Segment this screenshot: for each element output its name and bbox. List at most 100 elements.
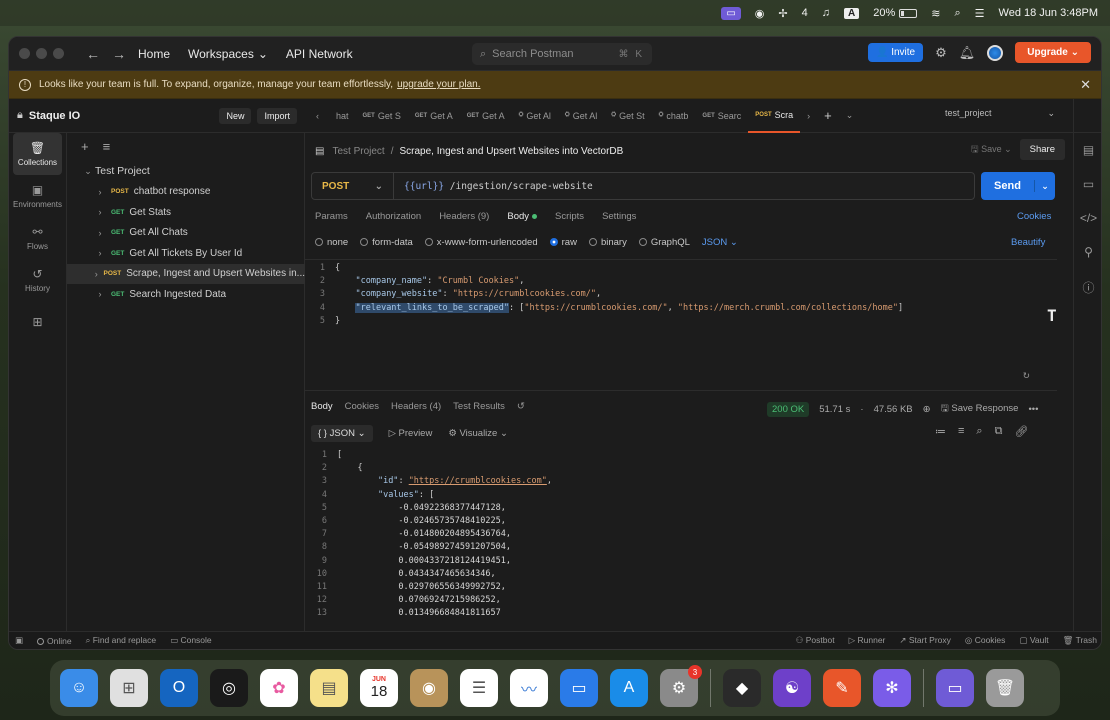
- list-item[interactable]: › GET Get All Tickets By User Id: [67, 243, 305, 264]
- tab-request[interactable]: ⛭ Get Al: [558, 99, 604, 133]
- tab-response-body[interactable]: Body: [311, 401, 333, 412]
- info-icon[interactable]: ⓘ: [1082, 279, 1094, 296]
- response-time[interactable]: 51.71 s: [819, 404, 850, 415]
- outlook-icon[interactable]: O: [160, 669, 198, 707]
- save-button[interactable]: 🖫︎ Save ⌄: [971, 142, 1012, 158]
- find-replace-button[interactable]: ⌕ Find and replace: [86, 635, 156, 646]
- search-icon[interactable]: ⌕: [954, 7, 960, 20]
- rail-flows[interactable]: ⚯ Flows: [13, 217, 62, 259]
- finder-icon[interactable]: ☺: [60, 669, 98, 707]
- postbot-button[interactable]: ⚇ Postbot: [796, 635, 835, 646]
- bell-icon[interactable]: 🔔︎: [959, 45, 976, 61]
- workspaces-menu[interactable]: Workspaces ⌄: [188, 47, 268, 61]
- trash-icon[interactable]: 🗑︎: [986, 669, 1024, 707]
- close-icon[interactable]: ✕: [1080, 77, 1091, 93]
- url-input[interactable]: {{url}} /ingestion/scrape-website: [394, 181, 593, 192]
- tab-headers[interactable]: Headers (9): [439, 211, 489, 222]
- search-icon[interactable]: ⌕: [976, 425, 982, 438]
- list-item[interactable]: › GET Search Ingested Data: [67, 284, 305, 305]
- tab-response-cookies[interactable]: Cookies: [345, 401, 379, 412]
- response-format-select[interactable]: { } JSON ⌄: [311, 425, 373, 442]
- cookies-link[interactable]: Cookies: [1017, 211, 1051, 222]
- comments-icon[interactable]: ▭: [1083, 177, 1094, 191]
- copy-icon[interactable]: ⧉: [995, 425, 1003, 438]
- calendar-icon[interactable]: JUN 18: [360, 669, 398, 707]
- filter-icon[interactable]: ≡: [958, 425, 964, 438]
- reminders-icon[interactable]: ☰: [460, 669, 498, 707]
- globe-icon[interactable]: ⊕: [923, 404, 931, 415]
- send-button[interactable]: Send ⌄: [981, 172, 1055, 200]
- notes-icon[interactable]: ▤: [310, 669, 348, 707]
- api-network-link[interactable]: API Network: [286, 47, 353, 61]
- freeform-icon[interactable]: 〰: [510, 669, 548, 707]
- rail-history[interactable]: ↺ History: [13, 259, 62, 301]
- response-body[interactable]: 1[ 2 { 3 "id": "https://crumblcookies.co…: [305, 445, 1057, 633]
- back-arrow-icon[interactable]: ←: [86, 46, 100, 62]
- upgrade-button[interactable]: Upgrade ⌄: [1015, 42, 1091, 63]
- new-button[interactable]: New: [219, 107, 252, 124]
- new-tab-plus-icon[interactable]: +: [817, 99, 839, 133]
- screen-icon[interactable]: ▭: [721, 6, 741, 20]
- radio-binary[interactable]: binary: [588, 237, 627, 248]
- response-size[interactable]: 47.56 KB: [874, 404, 913, 415]
- status-badge[interactable]: 200 OK: [767, 401, 810, 417]
- docs-icon[interactable]: ▤: [1083, 143, 1094, 157]
- tab-settings[interactable]: Settings: [602, 211, 636, 222]
- beautify-link[interactable]: Beautify: [1011, 237, 1045, 248]
- method-select[interactable]: POST ⌄: [312, 173, 394, 199]
- cookies-button[interactable]: ◎ Cookies: [965, 635, 1006, 646]
- tab-request[interactable]: ⛭ Get St: [604, 99, 651, 133]
- filter-icon[interactable]: ≡: [103, 139, 111, 154]
- link-icon[interactable]: 🔗︎: [1014, 425, 1028, 438]
- history-icon[interactable]: ↺: [517, 401, 525, 412]
- radio-form-data[interactable]: form-data: [360, 237, 413, 248]
- request-body-editor[interactable]: 1{ 2 "company_name": "Crumbl Cookies", 3…: [305, 259, 1057, 391]
- breadcrumb-parent[interactable]: Test Project: [332, 146, 384, 157]
- photos-icon[interactable]: ✿: [260, 669, 298, 707]
- environment-select[interactable]: test_project ⌄: [945, 108, 1055, 119]
- save-response-button[interactable]: 🖫︎ Save Response: [941, 401, 1019, 417]
- wrap-icon[interactable]: ≔: [935, 425, 946, 438]
- radio-urlencoded[interactable]: x-www-form-urlencoded: [424, 237, 538, 248]
- radio-graphql[interactable]: GraphQL: [638, 237, 690, 248]
- gear-icon[interactable]: ⚙: [935, 45, 947, 61]
- list-item[interactable]: › POST chatbot response: [67, 182, 305, 203]
- list-item[interactable]: › GET Get All Chats: [67, 223, 305, 244]
- battery-icon[interactable]: [899, 8, 918, 18]
- tabs-scroll-right-icon[interactable]: ›: [800, 99, 817, 133]
- tab-test-results[interactable]: Test Results: [453, 401, 505, 412]
- code-icon[interactable]: </>: [1080, 211, 1097, 225]
- snowflake-app-icon[interactable]: ✻: [873, 669, 911, 707]
- tab-request[interactable]: ⛭ chatb: [652, 99, 696, 133]
- share-button[interactable]: Share: [1019, 139, 1065, 160]
- launchpad-icon[interactable]: ⊞: [110, 669, 148, 707]
- rail-environments[interactable]: ▣ Environments: [13, 175, 62, 217]
- tab-request[interactable]: GET Searc: [695, 99, 748, 133]
- more-icon[interactable]: •••: [1028, 404, 1038, 415]
- screen-app-icon[interactable]: ▭: [936, 669, 974, 707]
- chevron-down-icon[interactable]: ⌄: [1035, 181, 1055, 192]
- fan-icon[interactable]: ✢: [778, 7, 787, 20]
- rail-apps[interactable]: ⊞: [13, 301, 62, 343]
- postman-icon[interactable]: ✎: [823, 669, 861, 707]
- console-button[interactable]: ▭ Console: [170, 635, 212, 646]
- clock[interactable]: Wed 18 Jun 3:48PM: [999, 7, 1098, 19]
- headphones-icon[interactable]: ♫: [822, 7, 830, 19]
- tab-request[interactable]: GET Get A: [408, 99, 460, 133]
- request-title[interactable]: Scrape, Ingest and Upsert Websites into …: [399, 146, 623, 157]
- avatar[interactable]: [987, 44, 1004, 61]
- start-proxy-button[interactable]: ↗ Start Proxy: [899, 635, 951, 646]
- history-icon[interactable]: ↻: [1023, 368, 1030, 381]
- collection-test-project[interactable]: ⌄ Test Project: [67, 161, 305, 182]
- tab-body[interactable]: Body: [507, 211, 538, 222]
- wifi-icon[interactable]: ≋: [931, 7, 940, 20]
- menu-count[interactable]: 4: [802, 7, 808, 19]
- tab-request[interactable]: hat: [326, 99, 356, 133]
- tab-request[interactable]: ⛭ Get Al: [512, 99, 558, 133]
- forward-arrow-icon[interactable]: →: [112, 46, 126, 62]
- record-icon[interactable]: ◉: [755, 7, 765, 20]
- invite-button[interactable]: 👤 Invite: [867, 43, 924, 62]
- tab-scripts[interactable]: Scripts: [555, 211, 584, 222]
- upgrade-plan-link[interactable]: upgrade your plan.: [397, 79, 480, 90]
- online-status[interactable]: Online: [37, 636, 72, 646]
